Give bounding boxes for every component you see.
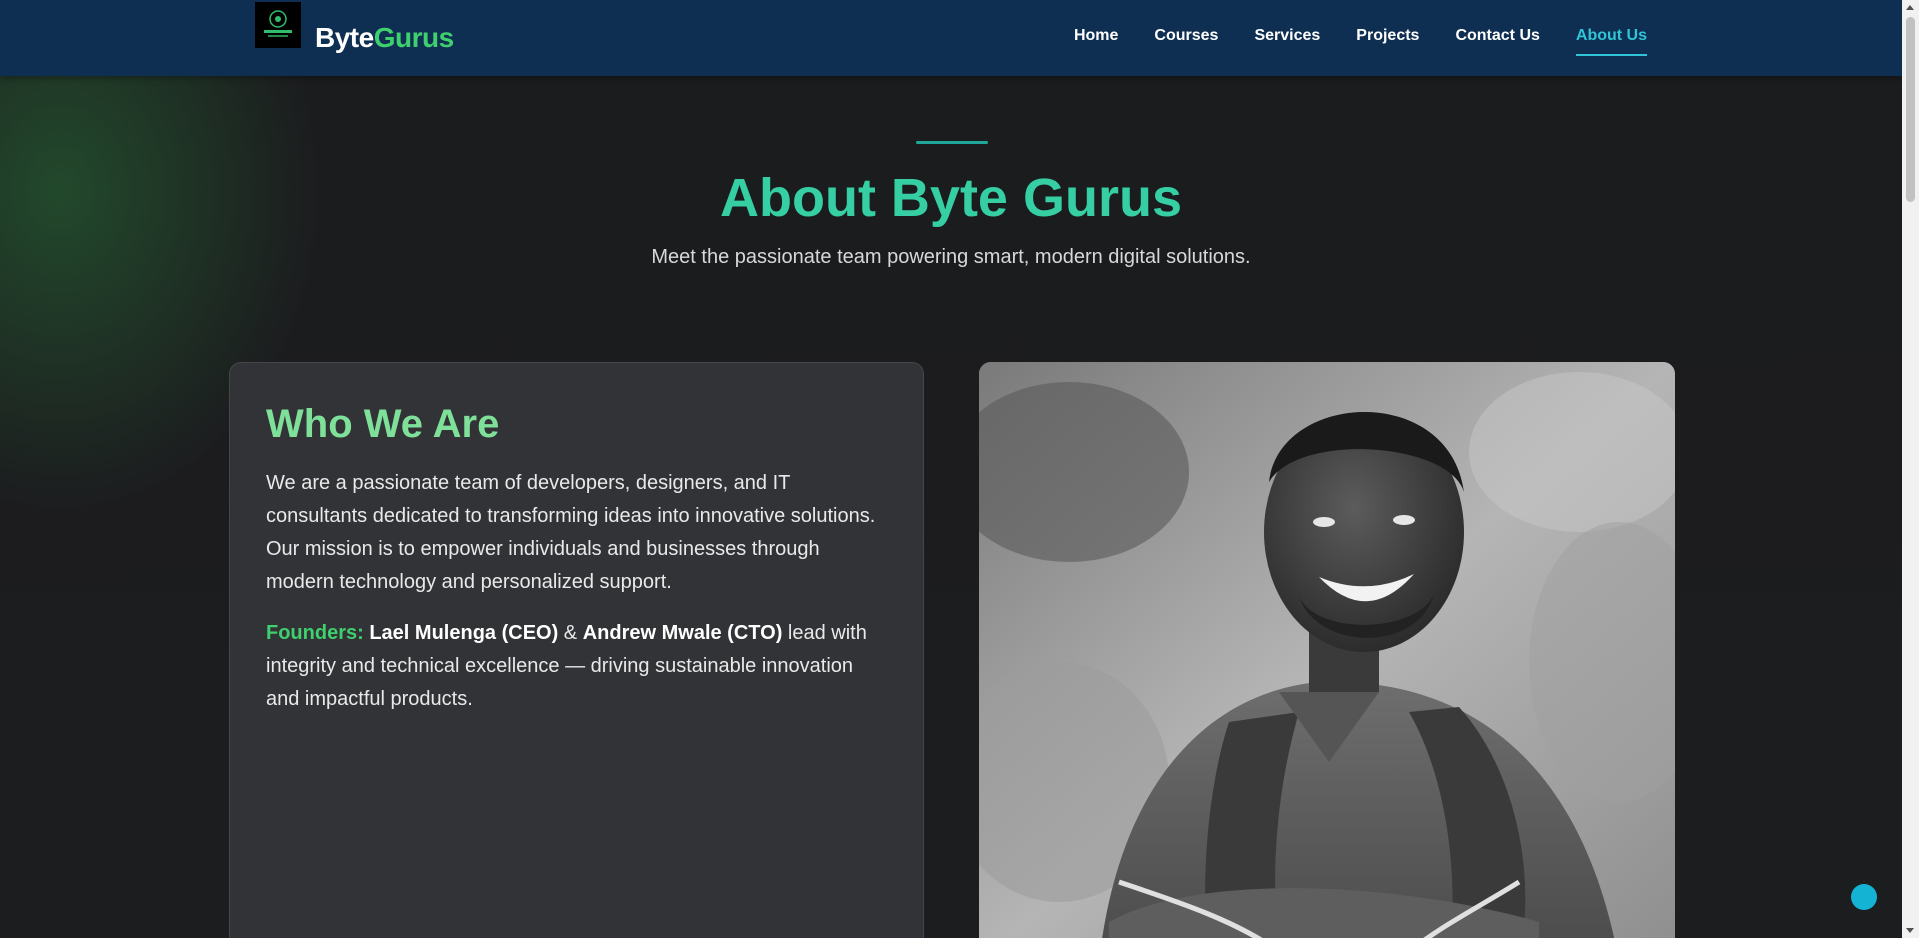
nav-courses[interactable]: Courses — [1154, 24, 1218, 56]
nav-contact-us[interactable]: Contact Us — [1455, 24, 1539, 56]
page-scrollbar[interactable] — [1902, 0, 1919, 938]
title-accent-line — [916, 141, 988, 144]
nav-about-us[interactable]: About Us — [1575, 24, 1647, 56]
founder-ceo: Lael Mulenga (CEO) — [369, 622, 559, 644]
brand-name-part2: Gurus — [373, 22, 454, 53]
card-heading: Who We Are — [266, 402, 500, 446]
brand-logo[interactable] — [255, 2, 301, 48]
navbar: ByteGurus Home Courses Services Projects… — [0, 0, 1902, 76]
founders-label: Founders: — [266, 622, 364, 644]
bytegurus-logo-icon — [264, 10, 292, 37]
scroll-thumb[interactable] — [1906, 17, 1915, 202]
page-title: About Byte Gurus — [719, 168, 1182, 228]
founders-amp: & — [558, 622, 583, 644]
team-photo — [979, 362, 1675, 938]
brand-name-part1: Byte — [315, 22, 374, 53]
scroll-down-arrow-icon[interactable] — [1906, 928, 1914, 933]
brand-name[interactable]: ByteGurus — [315, 21, 454, 55]
main-nav: Home Courses Services Projects Contact U… — [1038, 24, 1647, 56]
nav-home[interactable]: Home — [1074, 24, 1118, 56]
nav-services[interactable]: Services — [1254, 24, 1320, 56]
founders-paragraph: Founders: Lael Mulenga (CEO) & Andrew Mw… — [266, 617, 886, 716]
who-we-are-card: Who We Are We are a passionate team of d… — [229, 362, 924, 938]
nav-projects[interactable]: Projects — [1356, 24, 1419, 56]
founder-cto: Andrew Mwale (CTO) — [582, 622, 783, 644]
page-subtitle: Meet the passionate team powering smart,… — [651, 246, 1251, 268]
card-description: We are a passionate team of developers, … — [266, 472, 876, 593]
page: ByteGurus Home Courses Services Projects… — [0, 0, 1919, 938]
scroll-up-arrow-icon[interactable] — [1906, 5, 1914, 10]
chat-widget-button[interactable] — [1851, 884, 1877, 910]
portrait-image — [979, 362, 1675, 938]
